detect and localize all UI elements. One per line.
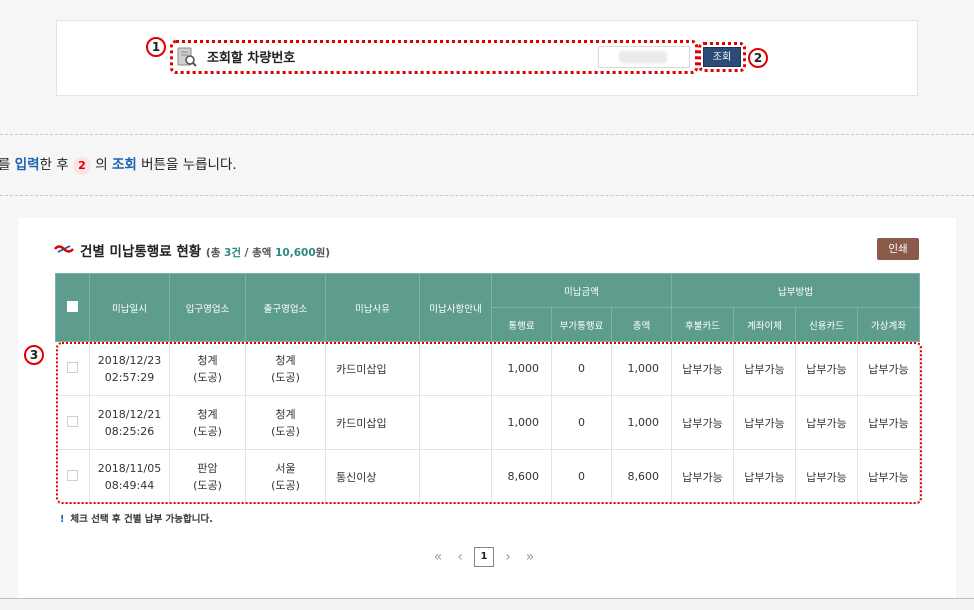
highlight-query: 조회 [112,157,137,173]
ex-logo-icon [54,245,74,253]
header-toll: 통행료 [491,307,552,342]
step-marker-2-inline: 2 [73,157,91,175]
cell-virtual: 납부가능 [857,395,921,450]
cell-entry: 청계 [197,353,218,367]
cell-transfer: 납부가능 [733,395,797,450]
cell-extra: 0 [551,449,612,504]
row-checkbox[interactable] [66,415,78,427]
cell-date: 2018/11/05 [97,461,162,475]
print-button[interactable]: 인쇄 [877,238,919,260]
step-marker-1: 1 [146,37,166,57]
cell-exit: 청계 [275,353,296,367]
step-marker-2: 2 [748,48,768,68]
cell-entry: 청계 [197,407,218,421]
cell-guide [419,449,492,504]
cell-guide [419,341,492,396]
row-checkbox[interactable] [66,361,78,373]
header-amount-group: 미납금액 [490,273,673,308]
document-search-icon [177,47,197,67]
cell-date: 2018/12/21 [97,407,162,421]
cell-toll: 1,000 [491,395,552,450]
header-reason: 미납사유 [325,273,420,342]
cell-extra: 0 [551,341,612,396]
bottom-divider [0,598,974,610]
table-row: 2018/12/23 02:57:29 청계 (도공) 청계 (도공) 카드미삽입 1… [55,341,921,396]
row-checkbox-cell [55,341,90,396]
table-row: 2018/12/21 08:25:26 청계 (도공) 청계 (도공) 카드미삽입 1… [55,395,921,450]
note-text: 체크 선택 후 건별 납부 가능합니다. [70,514,213,525]
header-sum: 총액 [610,307,673,342]
cell-exit-sub: (도공) [271,424,300,438]
cell-sum: 1,000 [611,341,673,396]
cell-postpaid: 납부가능 [671,449,735,504]
cell-exit: 서울 [275,461,296,475]
row-checkbox[interactable] [66,469,78,481]
header-exit: 출구영업소 [245,273,326,342]
row-checkbox-cell [55,449,90,504]
header-pay-group: 납부방법 [671,273,921,308]
next-page-button[interactable]: › [500,549,516,565]
cell-exit-sub: (도공) [271,370,300,384]
prev-page-button[interactable]: ‹ [452,549,468,565]
step-marker-3: 3 [24,345,44,365]
cell-postpaid: 납부가능 [671,341,735,396]
cell-postpaid: 납부가능 [671,395,735,450]
row-checkbox-cell [55,395,90,450]
instruction-text: 를 입력한 후 2 의 조회 버튼을 누릅니다. [0,157,237,175]
cell-sum: 8,600 [611,449,673,504]
cell-entry: 판암 [197,461,218,475]
cell-reason: 카드미삽입 [325,395,420,450]
header-credit: 신용카드 [795,307,859,342]
unpaid-toll-table: 미납일시 입구영업소 출구영업소 미납사유 미납사항안내 미납금액 납부방법 통… [55,273,921,504]
vehicle-number-label: 조회할 차량번호 [207,51,296,66]
vehicle-number-input[interactable] [598,46,690,68]
select-all-checkbox[interactable] [67,300,78,312]
cell-virtual: 납부가능 [857,449,921,504]
cell-credit: 납부가능 [795,449,859,504]
cell-guide [419,395,492,450]
cell-time: 02:57:29 [104,370,155,384]
pagination: « ‹ 1 › » [430,545,538,569]
exclamation-icon: ! [60,514,65,525]
header-guide: 미납사항안내 [419,273,492,342]
header-date: 미납일시 [89,273,170,342]
header-entry: 입구영업소 [169,273,246,342]
cell-entry-sub: (도공) [193,478,222,492]
header-transfer: 계좌이체 [733,307,797,342]
cell-entry-sub: (도공) [193,370,222,384]
cell-exit: 청계 [275,407,296,421]
cell-reason: 통신이상 [325,449,420,504]
instruction-band: 를 입력한 후 2 의 조회 버튼을 누릅니다. [0,134,974,196]
cell-transfer: 납부가능 [733,449,797,504]
current-page[interactable]: 1 [474,547,494,567]
cell-exit-sub: (도공) [271,478,300,492]
header-extra: 부가통행료 [551,307,612,342]
cell-date: 2018/12/23 [97,353,162,367]
checkbox-note: ! 체크 선택 후 건별 납부 가능합니다. [60,511,213,525]
cell-virtual: 납부가능 [857,341,921,396]
table-row: 2018/11/05 08:49:44 판암 (도공) 서울 (도공) 통신이상 8,… [55,449,921,504]
section-title: 건별 미납통행료 현황 (총 3건 / 총액 10,600원) [80,244,331,260]
cell-toll: 1,000 [491,341,552,396]
cell-toll: 8,600 [491,449,552,504]
query-button[interactable]: 조회 [703,47,741,67]
cell-entry-sub: (도공) [193,424,222,438]
header-virtual: 가상계좌 [857,307,921,342]
select-all-cell [55,273,90,342]
cell-time: 08:49:44 [104,478,155,492]
cell-credit: 납부가능 [795,341,859,396]
cell-transfer: 납부가능 [733,341,797,396]
summary: (총 3건 / 총액 10,600원) [205,247,331,259]
last-page-button[interactable]: » [522,549,538,565]
first-page-button[interactable]: « [430,549,446,565]
header-postpaid: 후불카드 [671,307,735,342]
cell-reason: 카드미삽입 [325,341,420,396]
highlight-input: 입력 [14,157,40,173]
cell-credit: 납부가능 [795,395,859,450]
cell-time: 08:25:26 [104,424,155,438]
cell-sum: 1,000 [611,395,673,450]
cell-extra: 0 [551,395,612,450]
